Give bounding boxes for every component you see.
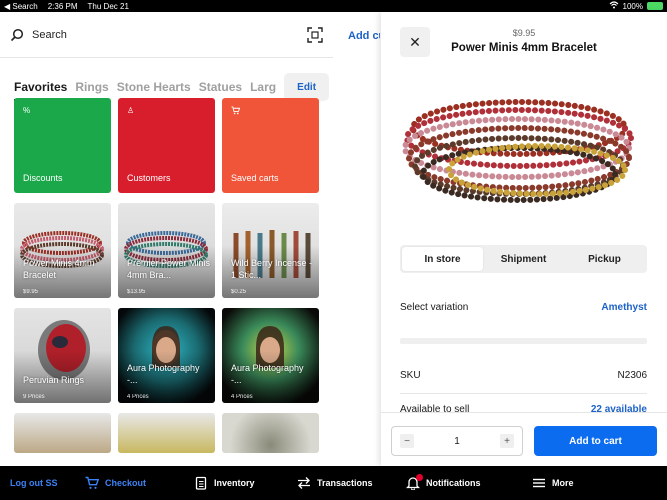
product-detail-sheet: ✕ $9.95 Power Minis 4mm Bracelet In stor…: [381, 12, 667, 466]
tile-price: $13.95: [127, 289, 146, 295]
variation-label: Select variation: [400, 302, 469, 313]
tile-product[interactable]: Aura Photography -... 4 Prices: [222, 308, 319, 403]
nav-inventory[interactable]: Inventory: [194, 466, 255, 500]
add-to-cart-button[interactable]: Add to cart: [534, 426, 657, 456]
bottom-navigation: Log out SS Checkout Inventory Transactio…: [0, 466, 667, 500]
tab-stone-hearts[interactable]: Stone Hearts: [117, 80, 191, 94]
tile-title: Aura Photography -...: [231, 363, 304, 385]
percent-icon: %: [23, 106, 31, 115]
nav-transactions[interactable]: Transactions: [297, 466, 373, 500]
hamburger-menu-icon: [532, 476, 546, 490]
quantity-value[interactable]: 1: [422, 436, 492, 447]
clipboard-icon: [194, 476, 208, 490]
tile-product[interactable]: Peruvian Rings 9 Prices: [14, 308, 111, 403]
checkout-label: Checkout: [105, 478, 147, 488]
search-input[interactable]: Search: [32, 29, 67, 41]
tile-product[interactable]: [222, 413, 319, 453]
tile-product[interactable]: Aura Photography -... 4 Prices: [118, 308, 215, 403]
wifi-icon: [609, 1, 619, 11]
quantity-stepper: − 1 +: [391, 426, 523, 456]
add-customer-link[interactable]: Add cu: [348, 30, 380, 42]
notification-badge: [416, 474, 423, 481]
tile-prices: 9 Prices: [23, 394, 45, 400]
tile-price: $9.95: [23, 289, 39, 295]
bracelet-image: [20, 231, 104, 268]
tab-large[interactable]: Larg: [250, 80, 276, 94]
variation-field: [400, 338, 647, 344]
divider: [400, 393, 647, 394]
logout-button[interactable]: Log out SS: [10, 466, 58, 500]
notifications-label: Notifications: [426, 478, 481, 488]
incense-image: [233, 230, 311, 278]
swap-arrows-icon: [297, 476, 311, 490]
favorites-grid: % Discounts ♙ Customers Saved carts Powe…: [14, 98, 320, 453]
tile-title: Peruvian Rings: [23, 375, 85, 385]
nav-more[interactable]: More: [532, 466, 574, 500]
logout-label: Log out SS: [10, 478, 58, 488]
variation-row[interactable]: Select variation Amethyst: [400, 302, 647, 313]
sku-label: SKU: [400, 370, 421, 381]
search-bar[interactable]: Search: [0, 12, 333, 58]
battery-percent: 100%: [622, 1, 643, 11]
transactions-label: Transactions: [317, 478, 373, 488]
person-icon: ♙: [127, 106, 135, 115]
bracelet-image: [124, 231, 208, 268]
barcode-scan-icon[interactable]: [307, 26, 323, 43]
inventory-label: Inventory: [214, 478, 255, 488]
tile-title: Wild Berry Incense - 1 Stic...: [231, 258, 313, 280]
sku-value: N2306: [617, 370, 647, 381]
tile-customers[interactable]: ♙ Customers: [118, 98, 215, 193]
cart-footer: − 1 + Add to cart: [381, 412, 667, 466]
tile-title: Saved carts: [231, 173, 279, 183]
tile-prices: 4 Prices: [231, 394, 253, 400]
back-to-search[interactable]: ◀ Search: [4, 2, 38, 11]
tile-product[interactable]: Wild Berry Incense - 1 Stic... $0.25: [222, 203, 319, 298]
status-date: Thu Dec 21: [87, 1, 129, 11]
nav-notifications[interactable]: Notifications: [405, 466, 481, 500]
tile-product[interactable]: Premier Power Minis 4mm Bra... $13.95: [118, 203, 215, 298]
increment-button[interactable]: +: [500, 434, 514, 448]
more-label: More: [552, 478, 574, 488]
segment-shipment[interactable]: Shipment: [483, 247, 564, 271]
tab-statues[interactable]: Statues: [199, 80, 242, 94]
sku-row: SKU N2306: [400, 370, 647, 381]
tile-saved-carts[interactable]: Saved carts: [222, 98, 319, 193]
tile-title: Aura Photography -...: [127, 363, 200, 385]
nav-checkout[interactable]: Checkout: [85, 466, 146, 500]
product-image: [402, 99, 634, 203]
variation-value[interactable]: Amethyst: [601, 302, 647, 313]
segment-pickup[interactable]: Pickup: [564, 247, 645, 271]
cart-icon: [85, 476, 100, 490]
decrement-button[interactable]: −: [400, 434, 414, 448]
search-icon: [10, 28, 24, 42]
segment-in-store[interactable]: In store: [402, 247, 483, 271]
tile-price: $0.25: [231, 289, 247, 295]
tile-title: Customers: [127, 173, 171, 183]
tile-product[interactable]: [14, 413, 111, 453]
status-bar: ◀ Search 2:36 PM Thu Dec 21 100%: [0, 0, 667, 12]
tile-prices: 4 Prices: [127, 394, 149, 400]
product-price: $9.95: [512, 28, 536, 38]
tab-rings[interactable]: Rings: [75, 80, 108, 94]
tile-discounts[interactable]: % Discounts: [14, 98, 111, 193]
tile-title: Premier Power Minis 4mm Bra...: [127, 258, 211, 280]
tile-product[interactable]: Power Minis 4mm Bracelet $9.95: [14, 203, 111, 298]
ring-image: [38, 320, 90, 380]
cart-icon: [231, 106, 241, 117]
tile-product[interactable]: [118, 413, 215, 453]
tile-title: Power Minis 4mm Bracelet: [23, 258, 95, 280]
battery-icon: [647, 2, 663, 10]
tile-title: Discounts: [23, 173, 63, 183]
fulfillment-segmented-control: In store Shipment Pickup: [400, 245, 647, 273]
status-time: 2:36 PM: [47, 1, 78, 11]
aura-photo-image: [152, 326, 180, 368]
edit-button[interactable]: Edit: [284, 73, 330, 101]
product-title: Power Minis 4mm Bracelet: [451, 42, 597, 54]
aura-photo-image: [256, 326, 284, 368]
